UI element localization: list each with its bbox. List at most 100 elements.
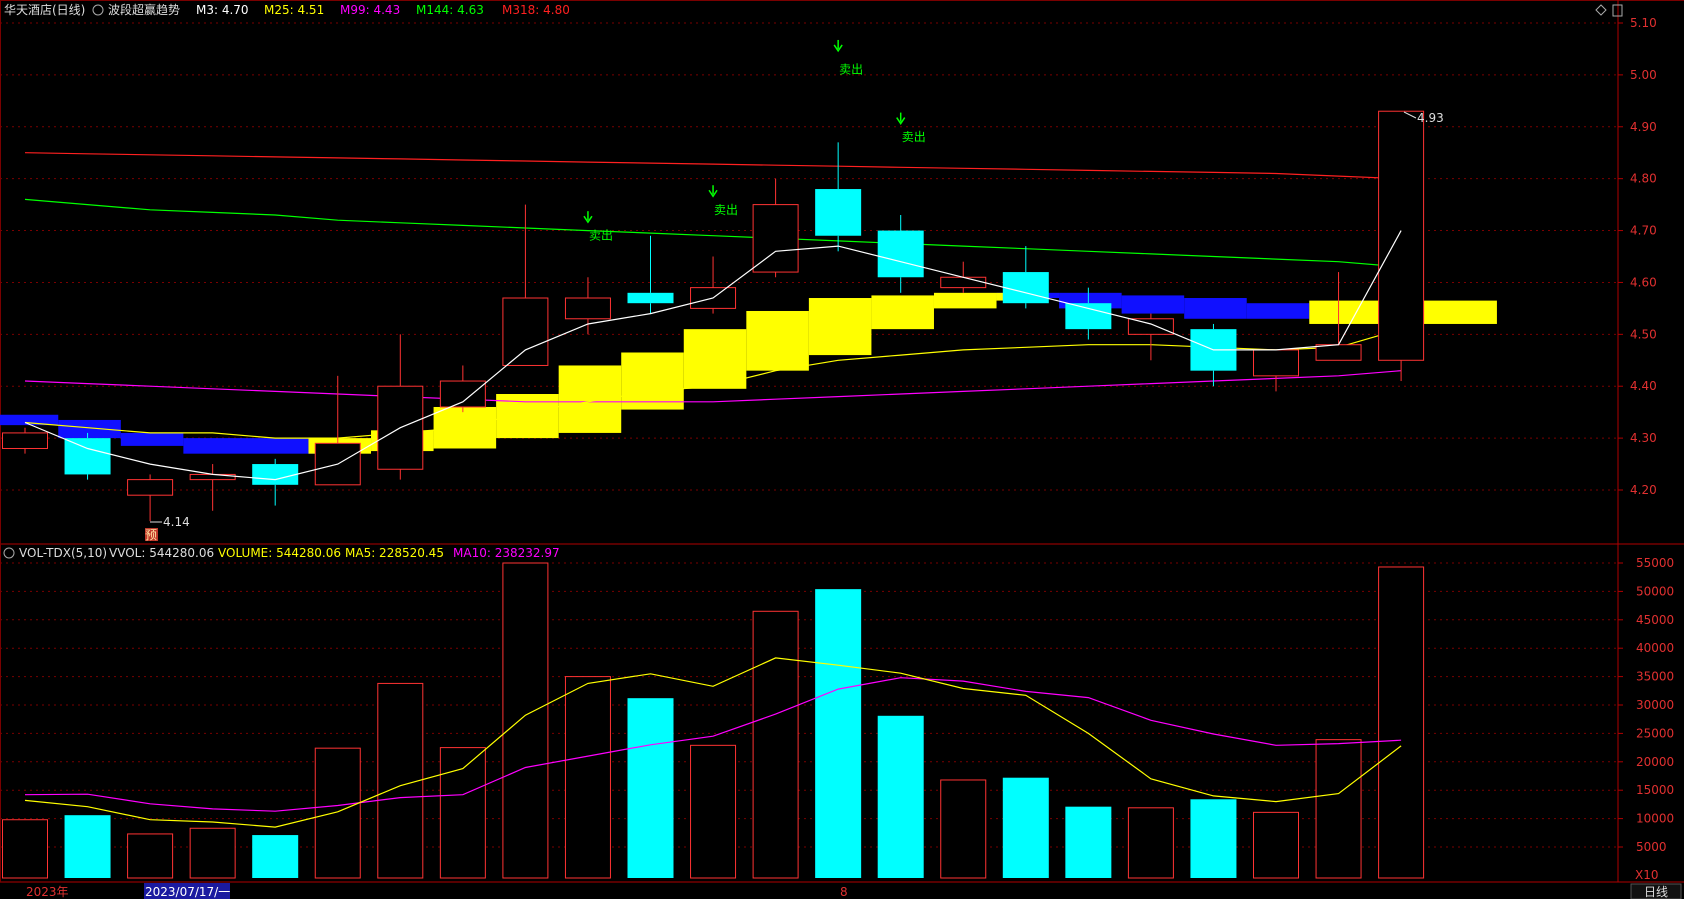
year-label: 2023年 (26, 885, 69, 899)
ma-legend-m318: M318: 4.80 (502, 3, 570, 17)
indicator-name: 波段超赢趋势 (108, 2, 180, 17)
volume-tick-label: 20000 (1636, 755, 1674, 769)
volume-bar (314, 747, 361, 879)
volume-legend-ma5: MA5: 228520.45 (345, 546, 444, 560)
volume-tick-label: 50000 (1636, 584, 1674, 598)
volume-bar (127, 833, 174, 879)
price-tick-label: 4.40 (1630, 379, 1657, 393)
price-tick-label: 4.50 (1630, 327, 1657, 341)
volume-bar (502, 562, 549, 879)
ma-legend-m144: M144: 4.63 (416, 3, 484, 17)
indicator-toggle-icon[interactable] (92, 4, 104, 16)
price-axis-ticks: 5.10 5.00 4.90 4.80 4.70 4.60 4.50 4.40 4.30 4.20 (1618, 16, 1657, 497)
volume-bar (2, 819, 48, 879)
volume-tick-label: 5000 (1636, 840, 1667, 854)
candle (690, 256, 737, 314)
volume-bar (752, 610, 799, 879)
candle (1253, 349, 1299, 392)
volume-tick-label: 15000 (1636, 783, 1674, 797)
volume-tick-label: 35000 (1636, 670, 1674, 684)
volume-tick-label: 25000 (1636, 726, 1674, 740)
yellow-band-segment (808, 298, 872, 356)
candle (189, 464, 236, 511)
sell-signal-label: 卖出 (839, 63, 863, 77)
volume-bar (1065, 806, 1112, 878)
volume-bar (1253, 811, 1299, 879)
volume-bar (815, 589, 862, 878)
volume-header: VOL-TDX(5,10) VVOL: 544280.06 VOLUME: 54… (3, 546, 560, 560)
chart-header: 华天酒店(日线) 波段超赢趋势 M3: 4.70 M25: 4.51 M99: … (4, 2, 1623, 17)
candle (815, 142, 862, 252)
sell-signal: 卖出 (708, 185, 738, 217)
volume-bar (377, 682, 424, 879)
yellow-band-segment (871, 295, 934, 330)
sell-signal: 卖出 (896, 112, 926, 144)
price-volume-chart: 5.10 5.00 4.90 4.80 4.70 4.60 4.50 4.40 4.30 4.20… (0, 0, 1684, 899)
blue-band-segment (1246, 303, 1310, 319)
stock-name: 华天酒店(日线) (4, 3, 85, 17)
month-label: 8 (840, 885, 848, 899)
volume-legend-ma10: MA10: 238232.97 (453, 546, 560, 560)
price-tick-label: 4.90 (1630, 120, 1657, 134)
candle (252, 458, 299, 506)
period-label: 日线 (1644, 885, 1668, 899)
diamond-icon[interactable] (1595, 4, 1607, 16)
blue-band-segment (1184, 298, 1247, 319)
yellow-band-segment (933, 292, 997, 309)
candle (1190, 323, 1237, 387)
volume-bar (627, 698, 674, 878)
volume-bar (1002, 777, 1049, 878)
volume-bar (252, 835, 299, 878)
candle (2, 427, 48, 454)
volume-toggle-icon[interactable] (3, 547, 15, 559)
sell-signal: 卖出 (583, 211, 613, 243)
volume-legend-volume: VOLUME: 544280.06 (218, 546, 341, 560)
yellow-band-segment (746, 310, 809, 371)
yellow-band-segment (558, 365, 622, 433)
ma-legend-m3: M3: 4.70 (196, 3, 249, 17)
volume-tick-label: 45000 (1636, 613, 1674, 627)
candle (377, 334, 424, 480)
volume-bar (1315, 739, 1362, 879)
price-tick-label: 4.80 (1630, 172, 1657, 186)
pre-tag: 预 (145, 528, 157, 542)
high-price-label: 4.93 (1417, 111, 1444, 125)
volume-bar (690, 744, 737, 879)
volume-bar (1127, 807, 1174, 879)
volume-bar (564, 676, 611, 879)
volume-legend-vvol: VVOL: 544280.06 (109, 546, 214, 560)
blue-band-segment (1121, 295, 1185, 314)
multiplier-label: X10 (1635, 868, 1659, 882)
candle (1378, 110, 1425, 382)
volume-tick-label: 40000 (1636, 641, 1674, 655)
price-tick-label: 4.30 (1630, 431, 1657, 445)
candle (1002, 246, 1049, 309)
price-tick-label: 5.00 (1630, 68, 1657, 82)
blue-band-segment (183, 438, 309, 454)
low-price-label: 4.14 (163, 515, 190, 529)
price-tick-label: 4.70 (1630, 224, 1657, 238)
candle (627, 235, 674, 314)
candle (564, 277, 611, 335)
candle (877, 214, 924, 293)
volume-bar (189, 827, 236, 879)
volume-axis-ticks: 55000 50000 45000 40000 35000 30000 25000 20000… (1618, 556, 1674, 854)
sell-signal-label: 卖出 (902, 130, 926, 144)
yellow-band-segment (621, 352, 684, 410)
ma-line-m318 (24, 152, 1402, 180)
sell-signal-label: 卖出 (714, 203, 738, 217)
sell-signal: 卖出 (833, 39, 863, 77)
volume-tick-label: 10000 (1636, 812, 1674, 826)
ma-legend-m99: M99: 4.43 (340, 3, 400, 17)
volume-bar (877, 715, 924, 878)
price-tick-label: 5.10 (1630, 16, 1657, 30)
volume-bar (940, 779, 987, 879)
blue-band-segment (120, 432, 184, 446)
volume-tick-label: 55000 (1636, 556, 1674, 570)
blue-band-segment (58, 419, 121, 439)
volume-indicator-name: VOL-TDX(5,10) (19, 546, 107, 560)
volume-bar (1190, 799, 1237, 878)
price-tick-label: 4.60 (1630, 275, 1657, 289)
volume-bar (1378, 566, 1425, 879)
volume-tick-label: 30000 (1636, 698, 1674, 712)
